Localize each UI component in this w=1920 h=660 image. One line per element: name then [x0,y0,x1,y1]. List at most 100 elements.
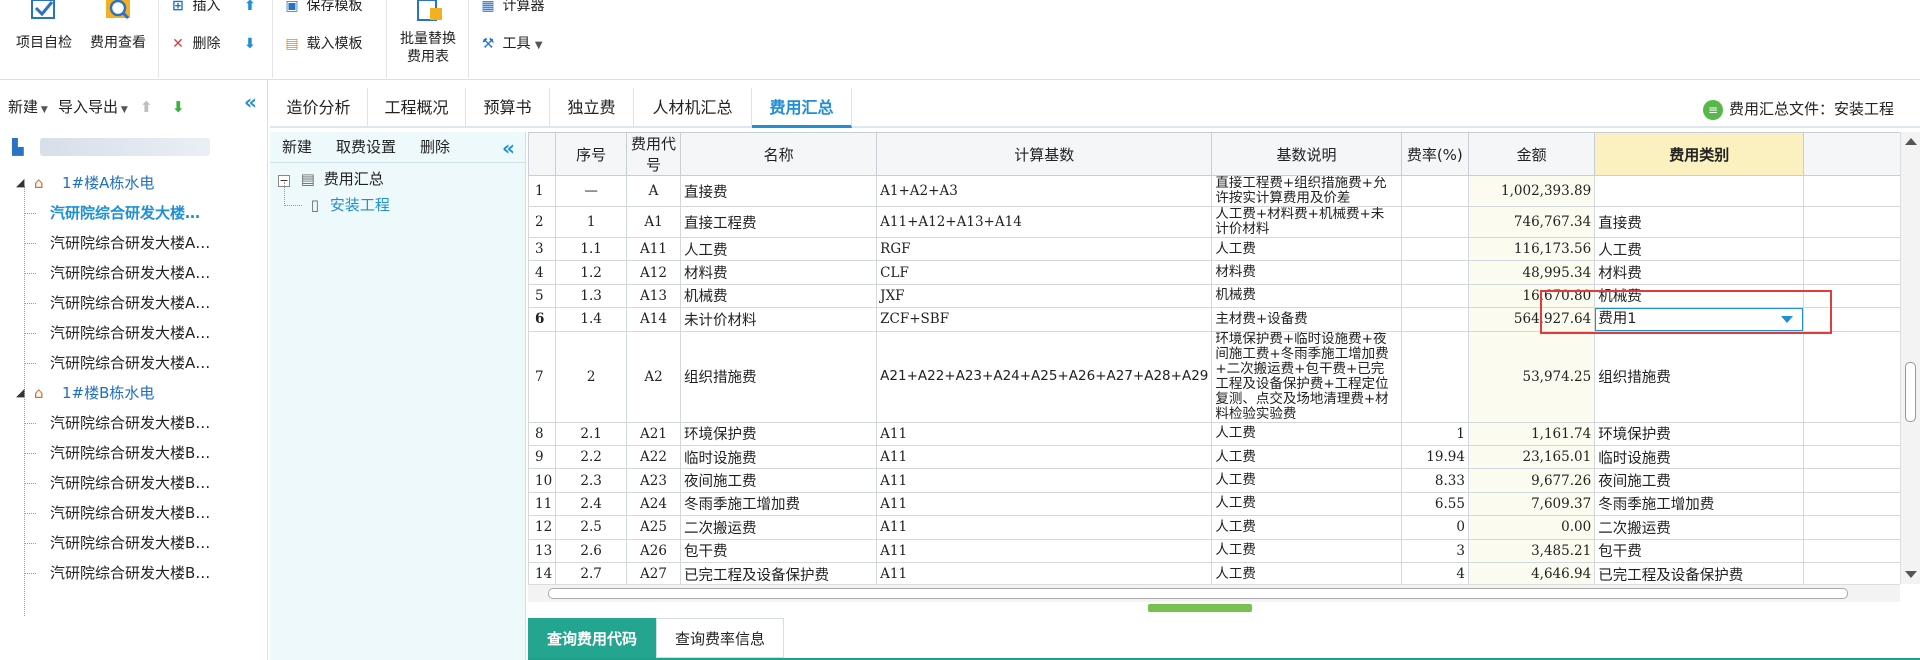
base-cell[interactable]: A21+A22+A23+A24+A25+A26+A27+A28+A29 [876,330,1213,423]
col-seq[interactable]: 序号 [555,132,628,176]
rate-cell[interactable] [1400,330,1469,423]
subtree-root[interactable]: − ▤ 费用汇总 [278,166,384,192]
sub-delete-button[interactable]: 删除 [420,136,450,158]
name-cell[interactable]: 直接工程费 [679,206,878,238]
row-number[interactable]: 6 [528,307,557,332]
tab-fee-summary[interactable]: 费用汇总 [752,88,852,128]
base-cell[interactable]: RGF [876,236,1213,262]
name-cell[interactable]: 已完工程及设备保护费 [679,561,878,584]
rate-cell[interactable]: 6.55 [1400,491,1469,517]
seq-cell[interactable]: 2.7 [555,561,628,584]
base-desc-cell[interactable]: 人工费 [1211,421,1402,446]
amount-cell[interactable]: 3,485.21 [1467,538,1596,563]
tree-group-b[interactable]: ◢ ⌂ 1#楼B栋水电 [0,378,268,408]
base-cell[interactable]: CLF [876,260,1213,285]
base-desc-cell[interactable]: 人工费 [1211,236,1402,262]
collapse-sub-icon[interactable]: « [502,138,515,158]
tree-item[interactable]: 汽研院综合研发大楼A… [0,288,268,318]
fee-category-cell[interactable]: 组织措施费 [1594,330,1805,423]
import-export-dropdown[interactable]: 导入导出 ▼ [58,96,128,118]
row-number[interactable]: 7 [528,330,557,423]
tree-item[interactable]: 汽研院综合研发大楼A… [0,228,268,258]
grid-row[interactable]: 13 2.6 A26 包干费 A11 人工费 3 3,485.21 包干费 [528,538,1906,563]
grid-row[interactable]: 9 2.2 A22 临时设施费 A11 人工费 19.94 23,165.01 临时设施费 [528,444,1906,470]
col-base[interactable]: 计算基数 [876,132,1213,176]
seq-cell[interactable]: 1.2 [555,260,628,285]
amount-cell[interactable]: 9,677.26 [1467,468,1596,493]
name-cell[interactable]: 未计价材料 [679,307,878,332]
tab-labor-material-summary[interactable]: 人材机汇总 [634,88,752,128]
base-desc-cell[interactable]: 人工费 [1211,515,1402,540]
code-cell[interactable]: A24 [626,491,681,517]
fee-category-cell[interactable] [1594,175,1805,207]
fee-category-cell[interactable]: 包干费 [1594,538,1805,563]
move-down-button[interactable]: ⬇ [240,32,260,56]
tree-item[interactable]: 汽研院综合研发大楼A… [0,258,268,288]
code-cell[interactable]: A26 [626,538,681,563]
tree-item[interactable]: 汽研院综合研发大楼B… [0,408,268,438]
rate-cell[interactable] [1400,260,1469,285]
fee-category-cell[interactable]: 直接费 [1594,206,1805,238]
name-cell[interactable]: 组织措施费 [679,330,878,423]
fee-category-cell[interactable]: 人工费 [1594,236,1805,262]
tree-item[interactable]: 汽研院综合研发大楼B… [0,438,268,468]
base-desc-cell[interactable]: 直接工程费+组织措施费+允许按实计算费用及价差 [1211,175,1402,207]
name-cell[interactable]: 包干费 [679,538,878,563]
seq-cell[interactable]: — [555,175,628,207]
code-cell[interactable]: A12 [626,260,681,285]
tree-item[interactable]: 汽研院综合研发大楼B… [0,528,268,558]
rate-cell[interactable]: 1 [1400,421,1469,446]
code-cell[interactable]: A27 [626,561,681,584]
subtree-child[interactable]: ▯ 安装工程 [284,192,390,218]
base-desc-cell[interactable]: 主材费+设备费 [1211,307,1402,332]
delete-button[interactable]: ✕ 删除 [168,32,220,56]
tree-root[interactable]: ▙ [0,132,268,162]
amount-cell[interactable]: 1,002,393.89 [1467,175,1596,207]
row-number[interactable]: 13 [528,538,557,563]
grid-row[interactable]: 7 2 A2 组织措施费 A21+A22+A23+A24+A25+A26+A27+A28… [528,330,1906,423]
fee-category-cell[interactable]: 已完工程及设备保护费 [1594,561,1805,584]
code-cell[interactable]: A14 [626,307,681,332]
base-cell[interactable]: A11 [876,421,1213,446]
fee-category-cell[interactable]: 临时设施费 [1594,444,1805,470]
seq-cell[interactable]: 2.1 [555,421,628,446]
name-cell[interactable]: 临时设施费 [679,444,878,470]
base-cell[interactable]: A11 [876,515,1213,540]
base-cell[interactable]: A11 [876,538,1213,563]
amount-cell[interactable]: 116,173.56 [1467,236,1596,262]
base-desc-cell[interactable]: 人工费 [1211,561,1402,584]
new-dropdown[interactable]: 新建 ▼ [8,96,48,118]
seq-cell[interactable]: 2.2 [555,444,628,470]
load-template-button[interactable]: ▤ 载入模板 [282,32,362,56]
fee-category-cell[interactable]: 材料费 [1594,260,1805,285]
tree-item[interactable]: 汽研院综合研发大楼B… [0,498,268,528]
vertical-scrollbar[interactable] [1900,132,1920,584]
grid-row[interactable]: 4 1.2 A12 材料费 CLF 材料费 48,995.34 材料费 [528,260,1906,285]
code-cell[interactable]: A11 [626,236,681,262]
row-number[interactable]: 9 [528,444,557,470]
rate-cell[interactable]: 8.33 [1400,468,1469,493]
rate-cell[interactable]: 3 [1400,538,1469,563]
base-cell[interactable]: A11 [876,491,1213,517]
row-number[interactable]: 12 [528,515,557,540]
rate-cell[interactable]: 0 [1400,515,1469,540]
tab-budget-book[interactable]: 预算书 [466,88,550,128]
row-number[interactable]: 5 [528,283,557,309]
sub-new-button[interactable]: 新建 [282,136,312,158]
fee-category-cell[interactable]: 环境保护费 [1594,421,1805,446]
seq-cell[interactable]: 1.1 [555,236,628,262]
tab-cost-analysis[interactable]: 造价分析 [270,88,368,128]
base-desc-cell[interactable]: 材料费 [1211,260,1402,285]
amount-cell[interactable]: 0.00 [1467,515,1596,540]
name-cell[interactable]: 夜间施工费 [679,468,878,493]
tools-menu[interactable]: ⚒ 工具 ▼ [478,32,543,56]
tree-item[interactable]: 汽研院综合研发大楼A… [0,348,268,378]
col-amount[interactable]: 金额 [1467,132,1596,176]
rate-cell[interactable] [1400,283,1469,309]
row-number[interactable]: 8 [528,421,557,446]
tree-item[interactable]: 汽研院综合研发大楼… [0,198,268,228]
base-desc-cell[interactable]: 机械费 [1211,283,1402,309]
amount-cell[interactable]: 23,165.01 [1467,444,1596,470]
col-fee-category[interactable]: 费用类别 [1594,132,1805,176]
row-number[interactable]: 11 [528,491,557,517]
